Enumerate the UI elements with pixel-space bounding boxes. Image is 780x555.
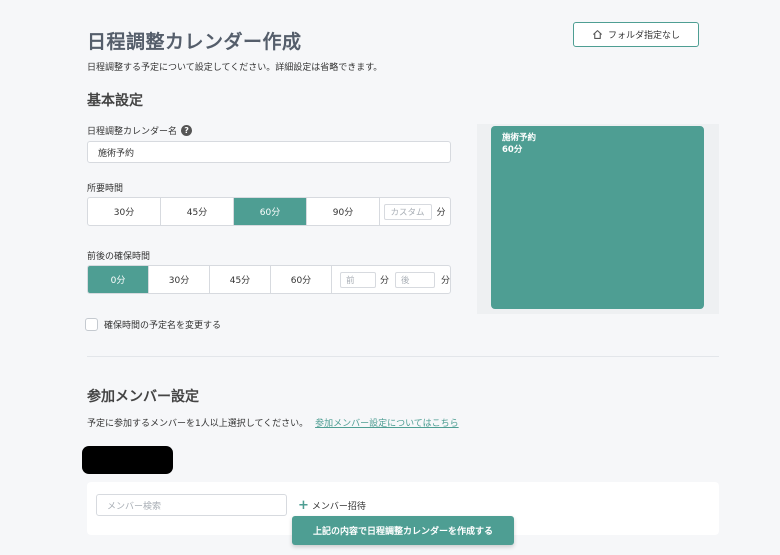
member-description-row: 予定に参加するメンバーを1人以上選択してください。 参加メンバー設定についてはこ… [87,416,459,429]
page-title: 日程調整カレンダー作成 [87,31,302,53]
calendar-name-label-row: 日程調整カレンダー名 ? [87,124,193,137]
section-divider [87,356,719,357]
calendar-name-label: 日程調整カレンダー名 [87,127,178,137]
member-search-input[interactable]: メンバー検索 [96,494,287,516]
invite-member-label: メンバー招待 [311,502,366,512]
plus-icon: + [298,497,309,513]
buffer-option-60[interactable]: 60分 [271,266,332,293]
basic-settings-title: 基本設定 [87,93,143,109]
rename-checkbox-label: 確保時間の予定名を変更する [104,321,222,331]
invite-member-button[interactable]: + メンバー招待 [298,497,366,513]
calendar-name-input[interactable]: 施術予約 [87,141,451,163]
help-icon[interactable]: ? [181,125,193,136]
duration-option-45[interactable]: 45分 [161,198,234,225]
buffer-option-30[interactable]: 30分 [149,266,210,293]
buffer-option-0[interactable]: 0分 [88,266,149,293]
duration-custom: カスタム 分 [380,198,450,225]
create-calendar-button[interactable]: 上記の内容で日程調整カレンダーを作成する [292,516,514,545]
duration-option-60[interactable]: 60分 [234,198,307,225]
buffer-custom: 前 分 後 分 [332,266,450,293]
preview-event-title: 施術予約 [502,133,537,143]
duration-unit: 分 [436,208,446,218]
buffer-after-input[interactable]: 後 [394,271,435,288]
duration-selector: 30分 45分 60分 90分 カスタム 分 [87,197,451,226]
page-description: 日程調整する予定について設定してください。詳細設定は省略できます。 [87,63,383,73]
rename-checkbox-row[interactable]: 確保時間の予定名を変更する [85,318,221,331]
rename-checkbox[interactable] [85,318,98,331]
preview-event-block: 施術予約 60分 [491,126,704,309]
redacted-block [82,446,173,474]
buffer-after-unit: 分 [440,276,450,286]
member-settings-title: 参加メンバー設定 [87,389,199,405]
buffer-before-input[interactable]: 前 [339,271,376,288]
home-icon [592,30,602,39]
buffer-option-45[interactable]: 45分 [210,266,271,293]
duration-option-90[interactable]: 90分 [307,198,380,225]
folder-button-label: フォルダ指定なし [607,31,680,41]
member-description: 予定に参加するメンバーを1人以上選択してください。 [87,419,309,429]
buffer-selector: 0分 30分 45分 60分 前 分 後 分 [87,265,451,294]
buffer-before-unit: 分 [379,276,389,286]
duration-label: 所要時間 [87,184,124,194]
duration-custom-input[interactable]: カスタム [384,203,433,220]
buffer-label: 前後の確保時間 [87,252,151,262]
duration-option-30[interactable]: 30分 [88,198,161,225]
member-help-link[interactable]: 参加メンバー設定についてはこちら [315,419,459,429]
folder-select-button[interactable]: フォルダ指定なし [573,22,699,47]
preview-event-duration: 60分 [502,145,523,155]
